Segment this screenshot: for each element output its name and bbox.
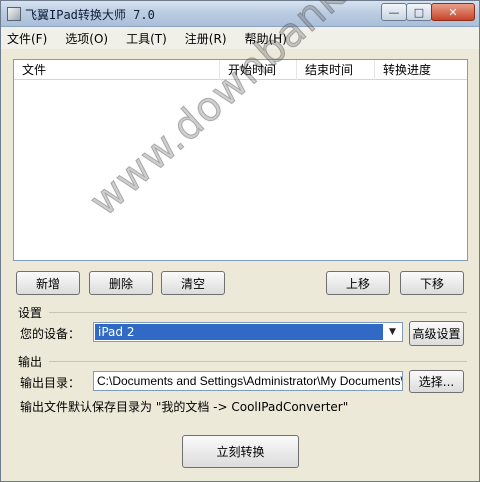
device-label: 您的设备： <box>20 327 81 341</box>
app-window: 飞翼IPad转换大师 7.0 — □ ✕ 文件(F) 选项(O) 工具(T) 注… <box>0 0 480 482</box>
delete-button[interactable]: 删除 <box>89 271 153 295</box>
device-select-value: iPad 2 <box>95 324 383 340</box>
app-icon <box>7 7 21 21</box>
move-down-button[interactable]: 下移 <box>400 271 464 295</box>
add-button[interactable]: 新增 <box>16 271 80 295</box>
column-header-end-time[interactable]: 结束时间 <box>297 60 375 80</box>
output-dir-input[interactable]: C:\Documents and Settings\Administrator\… <box>93 371 403 391</box>
device-select[interactable]: iPad 2 ▼ <box>93 322 403 342</box>
close-button[interactable]: ✕ <box>431 3 475 21</box>
minimize-button[interactable]: — <box>381 3 407 21</box>
menu-register[interactable]: 注册(R) <box>185 30 227 47</box>
menu-help[interactable]: 帮助(H) <box>245 30 287 47</box>
column-header-progress[interactable]: 转换进度 <box>375 60 467 80</box>
menu-file[interactable]: 文件(F) <box>7 30 47 47</box>
advanced-settings-button[interactable]: 高级设置 <box>409 321 464 346</box>
clear-button[interactable]: 清空 <box>161 271 225 295</box>
window-title: 飞翼IPad转换大师 7.0 <box>25 8 155 22</box>
title-bar[interactable]: 飞翼IPad转换大师 7.0 — □ ✕ <box>1 1 479 27</box>
convert-now-button[interactable]: 立刻转换 <box>182 435 299 468</box>
file-list[interactable]: 文件 开始时间 结束时间 转换进度 <box>13 59 468 261</box>
maximize-button[interactable]: □ <box>406 3 432 21</box>
output-dir-label: 输出目录： <box>20 376 81 390</box>
column-header-start-time[interactable]: 开始时间 <box>220 60 297 80</box>
output-group-title: 输出 <box>18 355 43 369</box>
move-up-button[interactable]: 上移 <box>326 271 390 295</box>
menu-bar: 文件(F) 选项(O) 工具(T) 注册(R) 帮助(H) <box>1 27 479 49</box>
settings-divider <box>49 312 467 313</box>
chevron-down-icon[interactable]: ▼ <box>384 324 401 340</box>
column-header-file[interactable]: 文件 <box>14 60 220 80</box>
output-note: 输出文件默认保存目录为 "我的文档 -> CoolIPadConverter" <box>20 400 349 414</box>
settings-group-title: 设置 <box>18 306 43 320</box>
menu-tools[interactable]: 工具(T) <box>126 30 167 47</box>
browse-button[interactable]: 选择... <box>409 370 464 393</box>
output-divider <box>49 361 467 362</box>
menu-options[interactable]: 选项(O) <box>65 30 108 47</box>
file-list-header: 文件 开始时间 结束时间 转换进度 <box>14 60 467 80</box>
